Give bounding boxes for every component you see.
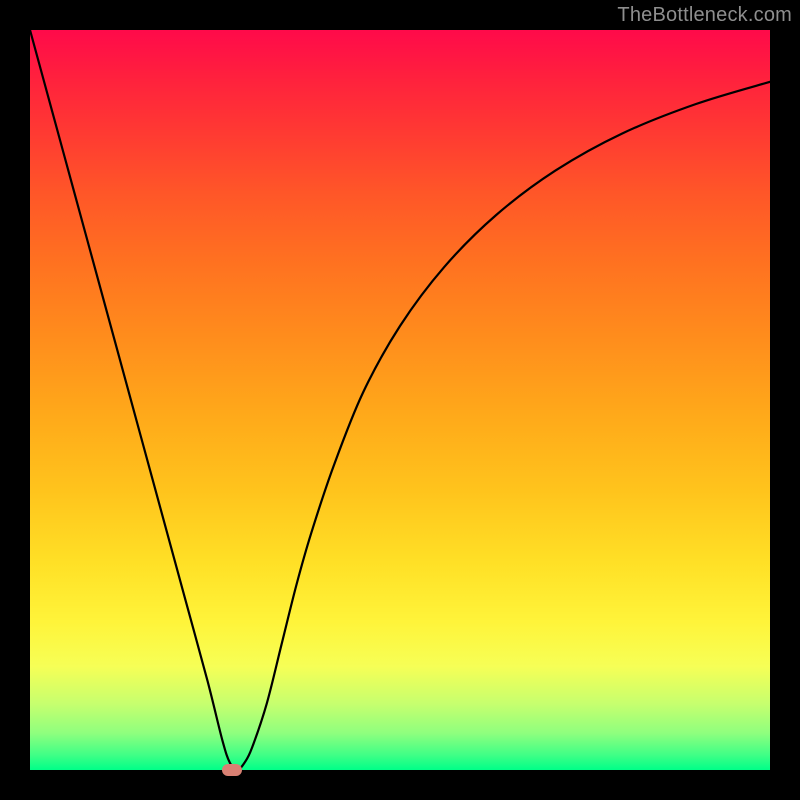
bottleneck-curve: [30, 30, 770, 770]
curve-path: [30, 30, 770, 770]
chart-frame: TheBottleneck.com: [0, 0, 800, 800]
watermark-text: TheBottleneck.com: [617, 4, 792, 27]
optimal-marker: [222, 764, 242, 776]
plot-area: [30, 30, 770, 770]
